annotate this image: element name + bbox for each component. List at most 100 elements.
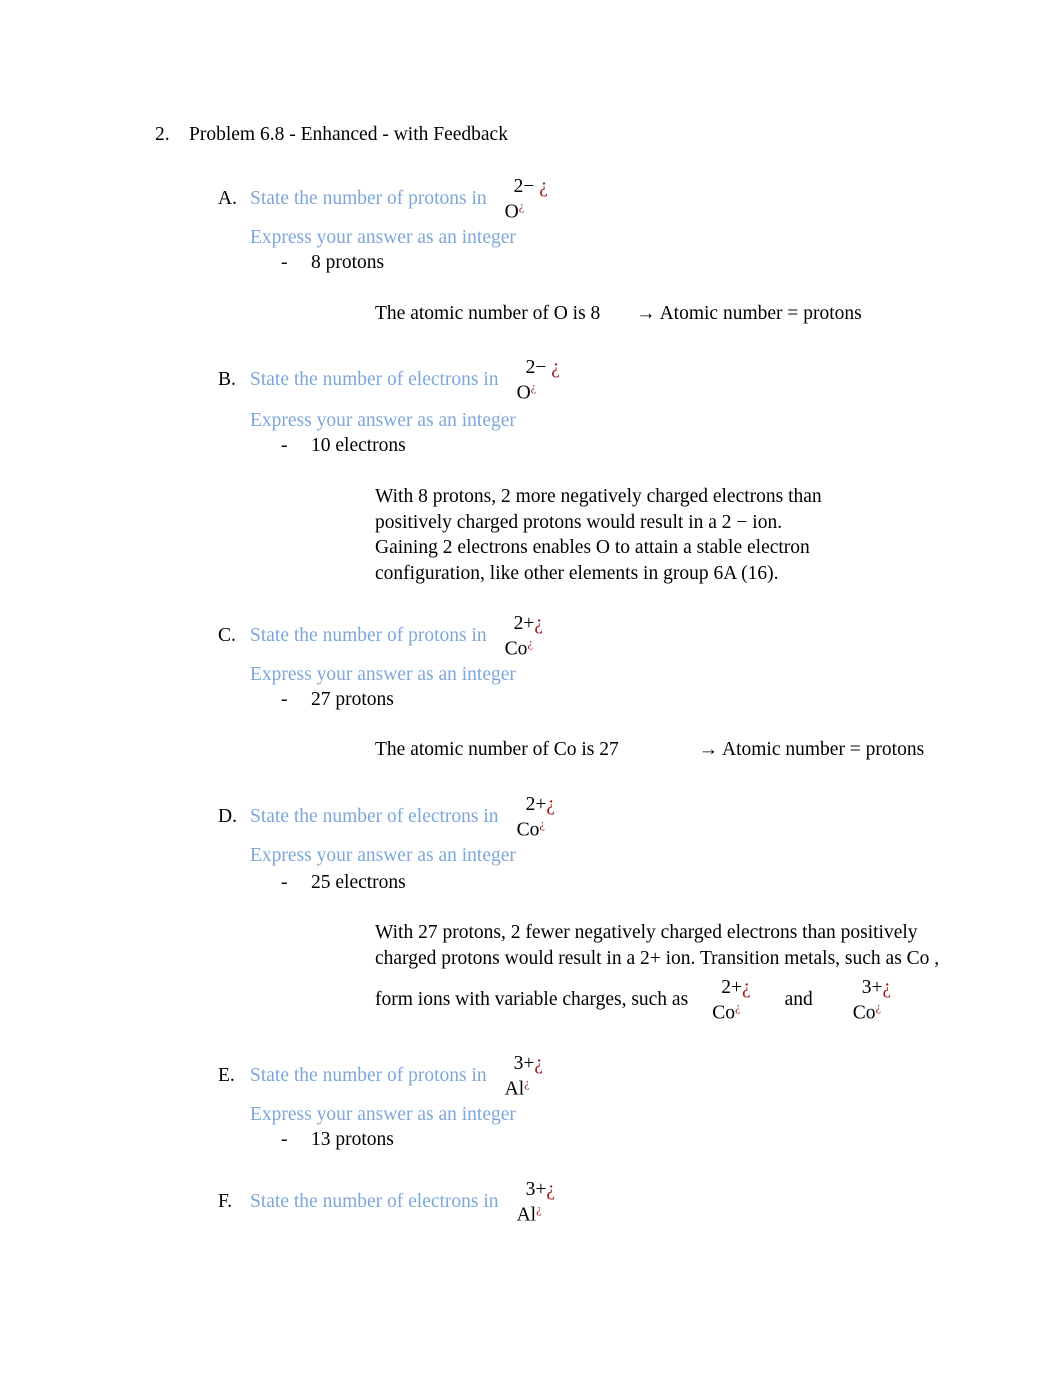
- part-a-express-label: Express your answer as an integer: [250, 227, 516, 248]
- formula-marker-icon: ¿: [546, 1179, 555, 1200]
- part-d-inline-formula-2: 3+¿ Co¿: [853, 978, 891, 1023]
- part-b-answer: 10 electrons: [311, 435, 406, 456]
- part-f-question: State the number of electrons in: [250, 1191, 499, 1212]
- paragraph-line: configuration, like other elements in gr…: [375, 562, 779, 584]
- part-c-express-label: Express your answer as an integer: [250, 664, 516, 685]
- part-a-letter: A.: [218, 188, 237, 209]
- part-f: F. State the number of electrons in 3+¿ …: [0, 1180, 1062, 1234]
- part-d-question: State the number of electrons in: [250, 806, 499, 827]
- formula-symbol-line: Al¿: [516, 1201, 555, 1225]
- formula-marker-icon: ¿: [534, 1053, 544, 1074]
- formula-marker-icon: ¿: [546, 794, 555, 815]
- formula-charge-line: 2+¿: [517, 795, 555, 815]
- part-a-answer: 8 protons: [311, 252, 385, 273]
- formula-charge: 3+: [513, 1053, 535, 1074]
- part-c-question: State the number of protons in: [250, 625, 487, 646]
- formula-sub-marker-icon: ¿: [734, 999, 741, 1014]
- paragraph-line: With 8 protons, 2 more negatively charge…: [375, 486, 822, 507]
- formula-charge: 2+: [525, 794, 547, 815]
- formula-symbol-line: Co¿: [853, 999, 891, 1023]
- part-e-express-label: Express your answer as an integer: [250, 1104, 516, 1125]
- paragraph-line: With 27 protons, 2 fewer negatively char…: [375, 922, 918, 943]
- part-b-formula: 2− ¿ O¿: [517, 358, 560, 403]
- part-c-answer-row: - 27 protons: [281, 689, 394, 711]
- formula-marker-icon: ¿: [551, 357, 560, 378]
- part-d-header: D. State the number of electrons in 2+¿ …: [0, 795, 1062, 849]
- part-e-question: State the number of protons in: [250, 1065, 487, 1086]
- formula-sub-marker-icon: ¿: [536, 1201, 542, 1216]
- formula-symbol-line: O¿: [517, 379, 560, 403]
- paragraph-line: charged protons would result in a 2+ ion…: [375, 947, 940, 969]
- part-a-question: State the number of protons in: [250, 188, 487, 209]
- part-d-letter: D.: [218, 806, 237, 827]
- formula-charge-line: 3+¿: [505, 1054, 543, 1074]
- part-a-formula: 2− ¿ O¿: [505, 177, 548, 222]
- formula-symbol: Al: [516, 1204, 537, 1225]
- formula-symbol: Co: [516, 819, 540, 840]
- formula-charge-line: 2+¿: [505, 614, 543, 634]
- part-c-explanation: The atomic number of Co is 27 → Atomic nu…: [375, 739, 924, 761]
- formula-sub-marker-icon: ¿: [875, 999, 882, 1014]
- formula-charge: 3+: [861, 977, 883, 998]
- part-a-explanation: The atomic number of O is 8 → Atomic numb…: [375, 303, 862, 325]
- formula-marker-icon: ¿: [539, 176, 548, 197]
- part-d: D. State the number of electrons in 2+¿ …: [0, 795, 1062, 849]
- part-d-answer: 25 electrons: [311, 872, 406, 893]
- formula-charge-line: 2− ¿: [517, 358, 560, 378]
- formula-symbol-line: Co¿: [504, 635, 543, 659]
- answer-dash: -: [281, 872, 288, 893]
- formula-charge-line: 2+¿: [712, 978, 750, 998]
- part-f-header: F. State the number of electrons in 3+¿ …: [0, 1180, 1062, 1234]
- part-d-formula: 2+¿ Co¿: [517, 795, 555, 840]
- part-f-letter: F.: [218, 1191, 233, 1212]
- formula-symbol: O: [504, 201, 519, 222]
- formula-symbol: Co: [504, 638, 528, 659]
- formula-charge-line: 3+¿: [853, 978, 891, 998]
- part-e: E. State the number of protons in 3+¿ Al…: [0, 1054, 1062, 1108]
- part-e-formula: 3+¿ Al¿: [505, 1054, 543, 1099]
- part-a-explanation-note: → Atomic number = protons: [636, 303, 862, 324]
- part-b-question: State the number of electrons in: [250, 369, 499, 390]
- part-c-header: C. State the number of protons in 2+¿ Co…: [0, 614, 1062, 668]
- part-d-conjunction: and: [784, 989, 813, 1011]
- part-b-answer-row: - 10 electrons: [281, 435, 406, 457]
- part-e-answer: 13 protons: [311, 1129, 394, 1150]
- answer-dash: -: [281, 252, 288, 273]
- answer-dash: -: [281, 689, 288, 710]
- part-a: A. State the number of protons in 2− ¿ O…: [0, 177, 1062, 231]
- formula-sub-marker-icon: ¿: [518, 198, 525, 213]
- part-b-header: B. State the number of electrons in 2− ¿…: [0, 358, 1062, 412]
- formula-charge: 3+: [525, 1179, 547, 1200]
- part-e-answer-row: - 13 protons: [281, 1129, 394, 1151]
- formula-charge: 2+: [513, 613, 535, 634]
- answer-dash: -: [281, 1129, 288, 1150]
- part-d-trailing-text: form ions with variable charges, such as: [375, 989, 689, 1011]
- part-c-letter: C.: [218, 625, 236, 646]
- formula-symbol: Al: [504, 1078, 525, 1099]
- paragraph-line: positively charged protons would result …: [375, 511, 783, 533]
- part-b-letter: B.: [218, 369, 236, 390]
- part-b-express-label: Express your answer as an integer: [250, 410, 516, 431]
- formula-symbol-line: Co¿: [516, 817, 555, 840]
- part-f-formula: 3+¿ Al¿: [517, 1180, 555, 1225]
- formula-charge: 2−: [525, 357, 547, 378]
- formula-charge: 2+: [721, 977, 742, 998]
- formula-sub-marker-icon: ¿: [530, 379, 537, 394]
- formula-symbol: Co: [712, 1002, 735, 1023]
- formula-marker-icon: ¿: [741, 977, 751, 998]
- formula-symbol-line: O¿: [504, 198, 548, 222]
- part-d-formula-line: form ions with variable charges, such as…: [375, 978, 891, 1023]
- part-e-header: E. State the number of protons in 3+¿ Al…: [0, 1054, 1062, 1108]
- formula-sub-marker-icon: ¿: [527, 635, 533, 650]
- part-a-answer-row: - 8 protons: [281, 252, 384, 274]
- part-d-express-label: Express your answer as an integer: [250, 845, 516, 866]
- formula-symbol-line: Al¿: [504, 1076, 543, 1099]
- part-d-inline-formula-1: 2+¿ Co¿: [712, 978, 750, 1023]
- part-c: C. State the number of protons in 2+¿ Co…: [0, 614, 1062, 668]
- formula-symbol-line: Co¿: [712, 999, 750, 1023]
- problem-heading: 2. Problem 6.8 - Enhanced - with Feedbac…: [155, 124, 508, 146]
- part-b: B. State the number of electrons in 2− ¿…: [0, 358, 1062, 412]
- formula-charge: 2−: [513, 176, 535, 197]
- part-d-explanation-paragraph: With 27 protons, 2 fewer negatively char…: [375, 920, 940, 971]
- answer-dash: -: [281, 435, 288, 456]
